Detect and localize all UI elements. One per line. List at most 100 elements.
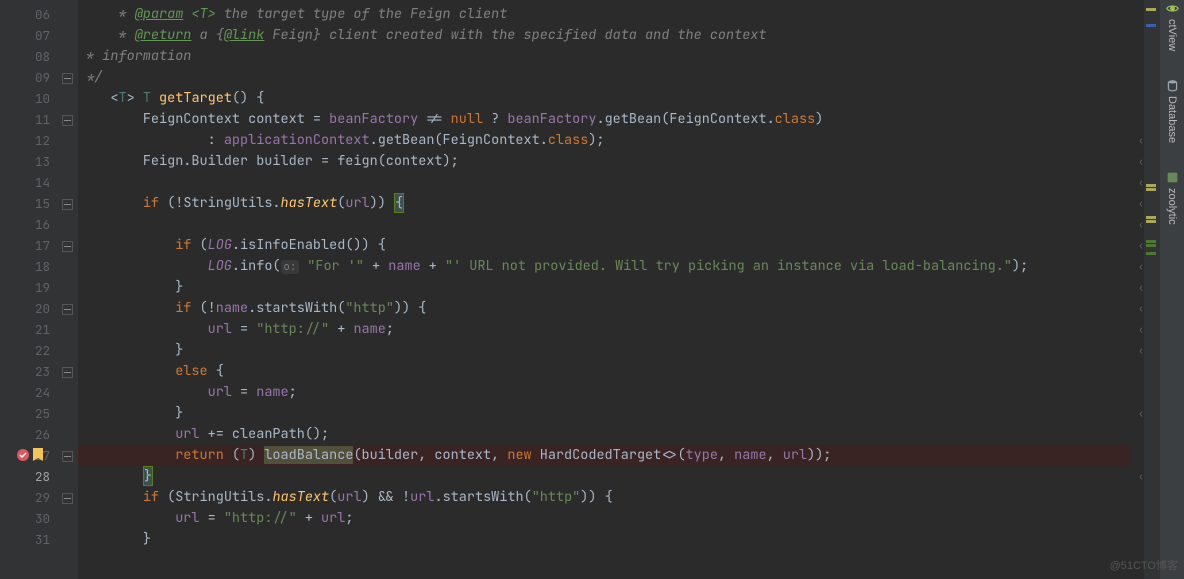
fold-toggle[interactable] [60,197,74,211]
line-number[interactable]: 09 [0,67,56,88]
stripe-mark[interactable] [1146,244,1156,247]
right-toolwindow-bar[interactable]: ctView Database zoolytic [1160,0,1184,579]
line-number[interactable]: 28 [0,466,56,487]
fold-strip[interactable] [56,0,78,579]
fold-toggle[interactable] [60,365,74,379]
brace: } [143,530,151,548]
code-text: ); [1012,257,1028,275]
code-text: ) [248,446,264,464]
tab-label: zoolytic [1166,188,1178,225]
line-number[interactable]: 10 [0,88,56,109]
matched-brace: } [143,466,153,486]
keyword: return [175,446,232,464]
line-number[interactable]: 13 [0,151,56,172]
stripe-mark[interactable] [1146,8,1156,11]
code-text: (builder, context, [353,446,507,464]
line-number[interactable]: 16 [0,214,56,235]
fold-toggle[interactable] [60,449,74,463]
code-text: ) [815,110,823,128]
code-text: ); [588,131,604,149]
stripe-mark[interactable] [1146,252,1156,255]
brace: { [216,362,224,380]
stripe-mark[interactable] [1146,216,1156,219]
line-number[interactable]: 20 [0,298,56,319]
code-text: ; [345,509,353,527]
line-number[interactable]: 12 [0,130,56,151]
string: "http" [345,299,394,317]
line-number[interactable]: 23 [0,361,56,382]
code-text: ? [483,110,507,128]
javadoc-close: */ [78,68,102,86]
stripe-mark[interactable] [1146,220,1156,223]
line-number[interactable]: 19 [0,277,56,298]
line-number[interactable]: 26 [0,424,56,445]
bookmark-icon[interactable] [32,448,44,462]
code-text: )); [807,446,831,464]
keyword: if [175,299,199,317]
method-call: loadBalance [264,446,353,464]
code-text: ( [232,446,240,464]
stripe-mark[interactable] [1146,240,1156,243]
string: "http://" [256,320,329,338]
fold-toggle[interactable] [60,239,74,253]
line-number[interactable]: 18 [0,256,56,277]
string: "http://" [224,509,297,527]
string: "http" [532,488,581,506]
code-text: != [418,110,450,128]
eye-icon [1166,2,1179,15]
fold-toggle[interactable] [60,71,74,85]
database-icon [1166,79,1179,92]
line-number[interactable]: 31 [0,529,56,550]
toolwindow-tab-ctview[interactable]: ctView [1166,2,1179,51]
line-number[interactable]: 29 [0,487,56,508]
stripe-mark[interactable] [1146,188,1156,191]
type-param: T [240,446,248,464]
line-number[interactable]: 25 [0,403,56,424]
fold-toggle[interactable] [60,302,74,316]
code-text: FeignContext context = [143,110,329,128]
field-ref: url [345,194,369,212]
stripe-mark[interactable] [1146,24,1156,27]
line-number[interactable]: 22 [0,340,56,361]
breakpoint-icon[interactable] [16,448,30,462]
line-number[interactable]: 24 [0,382,56,403]
static-method: hasText [281,194,338,212]
code-text: ( [200,236,208,254]
javadoc-tag: @param [135,5,184,23]
field-ref: beanFactory [329,110,418,128]
code-text: )) { [580,488,612,506]
field-ref: url [175,425,199,443]
toolwindow-tab-zoolytic[interactable]: zoolytic [1166,171,1179,225]
inline-fold-column[interactable]: ‹‹‹‹‹‹‹‹‹‹‹‹‹ [1130,0,1144,579]
toolwindow-tab-database[interactable]: Database [1166,79,1179,143]
code-editor[interactable]: * @param <T> the target type of the Feig… [78,0,1130,579]
code-text: + [364,257,388,275]
error-stripe[interactable] [1144,0,1160,579]
code-text: )) [370,194,394,212]
keyword: if [143,488,167,506]
line-number[interactable]: 11 [0,109,56,130]
line-number[interactable]: 17 [0,235,56,256]
line-number[interactable]: 06 [0,4,56,25]
line-number[interactable]: 14 [0,172,56,193]
field-ref: name [734,446,766,464]
line-number[interactable]: 15 [0,193,56,214]
line-number[interactable]: 08 [0,46,56,67]
javadoc-generic: <T> [191,5,215,23]
field-ref: beanFactory [507,110,596,128]
field-ref: name [388,257,420,275]
space [151,89,159,107]
line-number[interactable]: 07 [0,25,56,46]
breakpoint-line[interactable]: return (T) loadBalance(builder, context,… [78,445,1130,466]
code-text: : [208,131,224,149]
watermark: @51CTO博客 [1110,557,1178,573]
line-number[interactable]: 21 [0,319,56,340]
fold-toggle[interactable] [60,113,74,127]
keyword: if [175,236,199,254]
gutter[interactable]: 0607080910111213141516171819202122232425… [0,0,56,579]
code-text: HardCodedTarget<>( [540,446,686,464]
fold-toggle[interactable] [60,491,74,505]
stripe-mark[interactable] [1146,184,1156,187]
line-number[interactable]: 30 [0,508,56,529]
field-ref: url [783,446,807,464]
